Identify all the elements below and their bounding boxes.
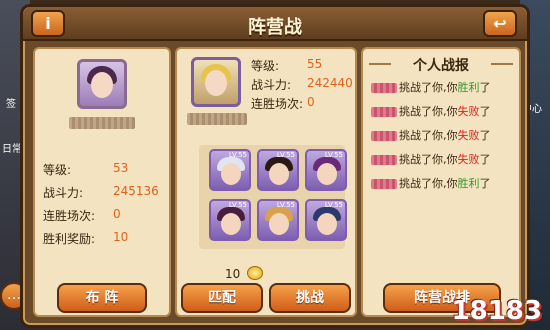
self-name-blurred xyxy=(69,117,135,129)
hero-slot-2[interactable]: LV.55 xyxy=(257,149,299,191)
self-stat-level: 等级: 53 xyxy=(43,161,129,177)
opp-stat-power: 战斗力: 242440 xyxy=(251,76,353,92)
match-button[interactable]: 匹配 xyxy=(181,283,263,313)
opponent-avatar xyxy=(191,57,241,107)
battle-log-panel: 个人战报 挑战了你,你胜利了 挑战了你,你失败了 挑战了你,你失败了 挑战了你,… xyxy=(361,47,521,317)
hero-slot-6[interactable]: LV.55 xyxy=(305,199,347,241)
formation-button[interactable]: 布 阵 xyxy=(57,283,147,313)
self-panel: 等级: 53 战斗力: 245136 连胜场次: 0 胜利奖励: 10 布 阵 xyxy=(33,47,171,317)
title-bar: i 阵营战 ↩ xyxy=(23,7,527,41)
watermark-logo: 18183 xyxy=(451,296,542,326)
log-entry: 挑战了你,你胜利了 xyxy=(371,79,491,95)
hero-slot-5[interactable]: LV.55 xyxy=(257,199,299,241)
sidebar-tag-sign[interactable]: 签 xyxy=(6,95,16,110)
self-stat-power: 战斗力: 245136 xyxy=(43,184,159,200)
self-stat-win-reward: 胜利奖励: 10 xyxy=(43,230,129,246)
log-entry: 挑战了你,你胜利了 xyxy=(371,175,491,191)
sidebar-tag-daily[interactable]: 日常 xyxy=(2,140,22,155)
battle-log-title: 个人战报 xyxy=(413,58,469,74)
reward-amount: 10 xyxy=(225,267,241,281)
gold-coin-icon xyxy=(247,266,263,280)
opp-stat-level: 等级: 55 xyxy=(251,57,323,73)
camp-battle-modal: i 阵营战 ↩ 等级: 53 战斗力: 245136 连胜场次: 0 胜利奖励:… xyxy=(20,4,530,328)
log-entry: 挑战了你,你失败了 xyxy=(371,127,491,143)
opponent-panel: 等级: 55 战斗力: 242440 连胜场次: 0 LV.55 LV.55 L… xyxy=(175,47,357,317)
page-title: 阵营战 xyxy=(248,17,302,38)
self-avatar xyxy=(77,59,127,109)
log-entry: 挑战了你,你失败了 xyxy=(371,151,491,167)
log-entry: 挑战了你,你失败了 xyxy=(371,103,491,119)
hero-slot-3[interactable]: LV.55 xyxy=(305,149,347,191)
hero-slot-1[interactable]: LV.55 xyxy=(209,149,251,191)
opponent-name-blurred xyxy=(187,113,247,125)
ornament-right xyxy=(491,63,513,65)
opp-stat-win-streak: 连胜场次: 0 xyxy=(251,95,315,111)
hero-slot-4[interactable]: LV.55 xyxy=(209,199,251,241)
self-stat-win-streak: 连胜场次: 0 xyxy=(43,207,121,223)
challenge-button[interactable]: 挑战 xyxy=(269,283,351,313)
back-button[interactable]: ↩ xyxy=(483,10,517,37)
